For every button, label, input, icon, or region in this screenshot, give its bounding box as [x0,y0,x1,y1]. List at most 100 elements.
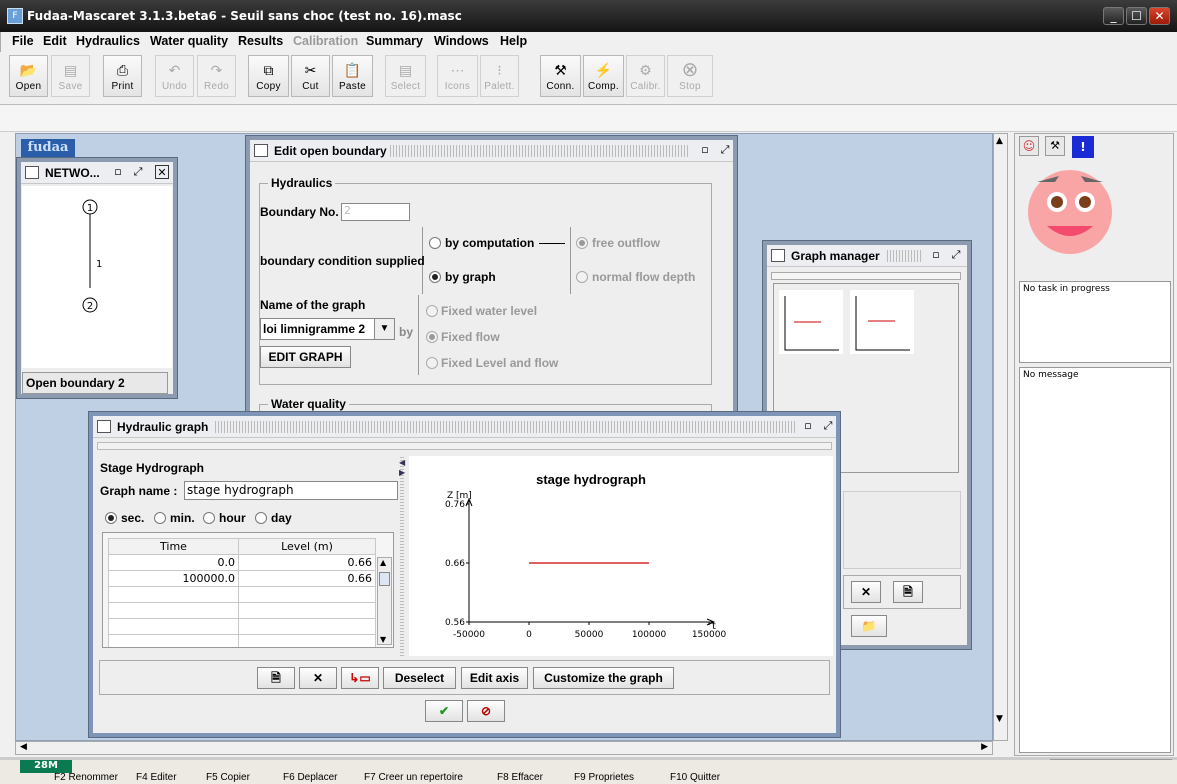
cut-button[interactable]: ✂ Cut [291,55,330,97]
iconify-icon[interactable]: ▫ [801,419,815,433]
vertical-scrollbar[interactable]: ▲ ▼ [993,133,1008,741]
info-icon[interactable]: ! [1072,136,1094,158]
scroll-left-arrow-icon[interactable]: ◀ [20,742,27,752]
assistant-icon[interactable]: ☺ [1019,136,1039,156]
menu-edit[interactable]: Edit [43,34,67,48]
level-cell[interactable]: 0.66 [238,570,376,587]
unit-sec-radio[interactable] [105,512,117,524]
menu-hydraulics[interactable]: Hydraulics [76,34,140,48]
level-cell[interactable] [238,602,376,619]
edit-axis-button[interactable]: Edit axis [461,667,528,689]
by-computation-radio[interactable] [429,237,441,249]
paste-button[interactable]: 📋 Paste [332,55,373,97]
scroll-thumb[interactable] [379,572,390,586]
key-rename[interactable]: F2 Renommer [54,772,118,783]
delete-graph-button[interactable]: ✕ [851,581,881,603]
table-row[interactable] [108,586,376,603]
by-computation-label: by computation [445,236,535,250]
open-graph-button[interactable]: 📁 [851,615,887,637]
table-row[interactable] [108,602,376,619]
new-graph-button[interactable]: 🗎 [893,581,923,603]
level-cell[interactable]: 0.66 [238,554,376,571]
compute-button[interactable]: ⚡ Comp. [583,55,624,97]
tools-icon[interactable]: ⚒ [1045,136,1065,156]
key-create-folder[interactable]: F7 Creer un repertoire [364,772,463,783]
unit-day-radio[interactable] [255,512,267,524]
level-cell[interactable] [238,634,376,647]
close-icon[interactable]: ✕ [155,165,169,179]
boundary-no-field[interactable]: 2 [341,203,410,221]
connect-button[interactable]: ⚒ Conn. [540,55,581,97]
unit-min-radio[interactable] [154,512,166,524]
collapse-left-arrow-icon[interactable]: ◀ [399,458,405,467]
data-table[interactable]: Time Level (m) 0.0 0.66 100000.0 0.66 [108,538,376,647]
scroll-right-arrow-icon[interactable]: ▶ [981,742,988,752]
menu-windows[interactable]: Windows [434,34,489,48]
menu-summary[interactable]: Summary [366,34,423,48]
menu-help[interactable]: Help [500,34,527,48]
delete-point-button[interactable]: ✕ [299,667,337,689]
menu-water-quality[interactable]: Water quality [150,34,228,48]
key-quit[interactable]: F10 Quitter [670,772,720,783]
table-row[interactable] [108,618,376,635]
maximize-icon[interactable]: ⤢ [131,165,145,179]
unit-hour-radio[interactable] [203,512,215,524]
import-button[interactable]: ↳▭ [341,667,379,689]
table-row[interactable]: 100000.0 0.66 [108,570,376,587]
key-copy[interactable]: F5 Copier [206,772,250,783]
key-delete[interactable]: F8 Effacer [497,772,543,783]
key-move[interactable]: F6 Deplacer [283,772,337,783]
level-cell[interactable] [238,618,376,635]
time-cell[interactable]: 0.0 [108,554,239,571]
assistant-avatar[interactable] [1025,166,1115,256]
iconify-icon[interactable]: ▫ [111,165,125,179]
table-row[interactable]: 0.0 0.66 [108,554,376,571]
customize-graph-button[interactable]: Customize the graph [533,667,674,689]
key-properties[interactable]: F9 Proprietes [574,772,634,783]
time-cell[interactable] [108,618,239,635]
graph-thumbnail-2[interactable] [850,290,914,354]
network-canvas[interactable]: 1 2 1 [22,186,172,368]
validate-button[interactable]: ✔ [425,700,463,722]
time-cell[interactable]: 100000.0 [108,570,239,587]
splitter[interactable] [400,456,404,656]
time-cell[interactable] [108,602,239,619]
open-button[interactable]: 📂 Open [9,55,48,97]
maximize-icon[interactable]: ⤢ [821,419,835,433]
time-cell[interactable] [108,586,239,603]
scroll-up-arrow-icon[interactable]: ▲ [380,558,386,567]
close-window-button[interactable]: ✕ [1149,7,1170,25]
iconify-icon[interactable]: ▫ [698,143,712,157]
scroll-down-arrow-icon[interactable]: ▼ [996,714,1003,724]
deselect-button[interactable]: Deselect [383,667,456,689]
time-cell[interactable] [108,634,239,647]
minimize-button[interactable]: _ [1103,7,1124,25]
scroll-down-arrow-icon[interactable]: ▼ [380,635,386,644]
cancel-button[interactable]: ⊘ [467,700,505,722]
maximize-icon[interactable]: ⤢ [949,248,963,262]
graph-thumbnail-1[interactable] [779,290,843,354]
table-row[interactable] [108,634,376,647]
collapse-right-arrow-icon[interactable]: ▶ [399,468,405,477]
maximize-icon[interactable]: ⤢ [718,143,732,157]
chart-area[interactable]: stage hydrograph Z [m] t -50000 0 50000 100… [409,456,833,656]
scroll-up-arrow-icon[interactable]: ▲ [996,136,1003,146]
level-cell[interactable] [238,586,376,603]
menu-results[interactable]: Results [238,34,283,48]
edit-graph-button[interactable]: EDIT GRAPH [260,346,351,368]
column-header-time[interactable]: Time [108,538,239,555]
new-point-button[interactable]: 🗎 [257,667,295,689]
graph-name-input[interactable]: stage hydrograph [184,481,398,500]
maximize-button[interactable]: ☐ [1126,7,1147,25]
iconify-icon[interactable]: ▫ [929,248,943,262]
graph-select[interactable]: loi limnigramme 2 ▼ [260,318,395,340]
column-header-level[interactable]: Level (m) [238,538,376,555]
menu-file[interactable]: File [12,34,34,48]
chevron-down-icon[interactable]: ▼ [374,319,394,339]
by-graph-radio[interactable] [429,271,441,283]
print-button[interactable]: ⎙ Print [103,55,142,97]
key-edit[interactable]: F4 Editer [136,772,177,783]
copy-button[interactable]: ⧉ Copy [248,55,289,97]
horizontal-scrollbar[interactable]: ◀ ▶ [15,741,993,755]
table-scrollbar[interactable]: ▲ ▼ [377,557,392,645]
